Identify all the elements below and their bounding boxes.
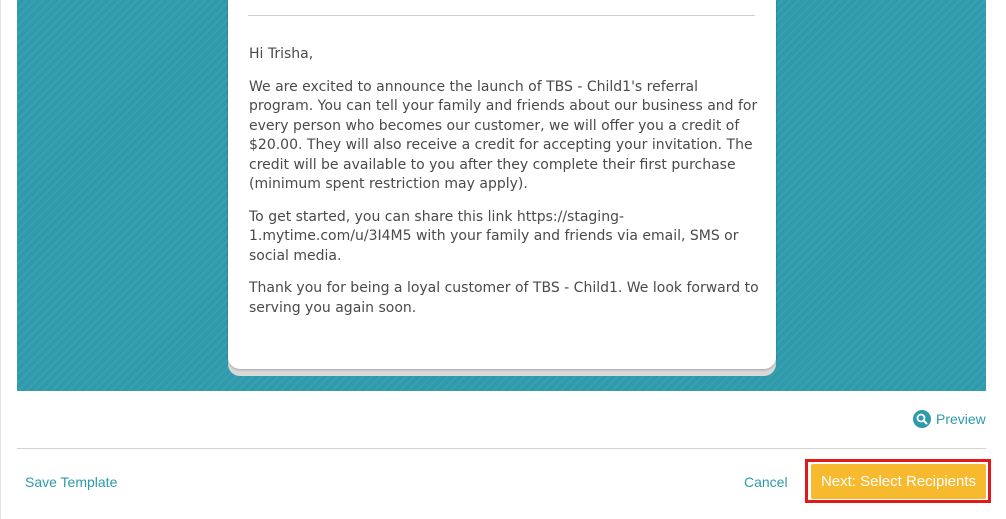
preview-label: Preview bbox=[936, 411, 986, 427]
email-paragraph-closing: Thank you for being a loyal customer of … bbox=[249, 280, 759, 316]
left-border bbox=[0, 0, 1, 519]
next-select-recipients-button[interactable]: Next: Select Recipients bbox=[811, 464, 986, 499]
preview-link[interactable]: Preview bbox=[913, 408, 986, 430]
save-template-link[interactable]: Save Template bbox=[25, 474, 117, 490]
search-icon bbox=[913, 410, 931, 428]
email-template-editor: Hi Trisha, We are excited to announce th… bbox=[0, 0, 1006, 519]
email-paragraph-link: To get started, you can share this link … bbox=[249, 208, 739, 264]
email-card: Hi Trisha, We are excited to announce th… bbox=[228, 0, 776, 369]
email-body: Hi Trisha, We are excited to announce th… bbox=[249, 45, 759, 331]
footer-divider bbox=[17, 448, 986, 449]
cancel-link[interactable]: Cancel bbox=[744, 474, 788, 490]
email-greeting: Hi Trisha, bbox=[249, 46, 314, 62]
card-divider bbox=[248, 15, 755, 16]
email-paragraph-intro: We are excited to announce the launch of… bbox=[249, 78, 758, 193]
